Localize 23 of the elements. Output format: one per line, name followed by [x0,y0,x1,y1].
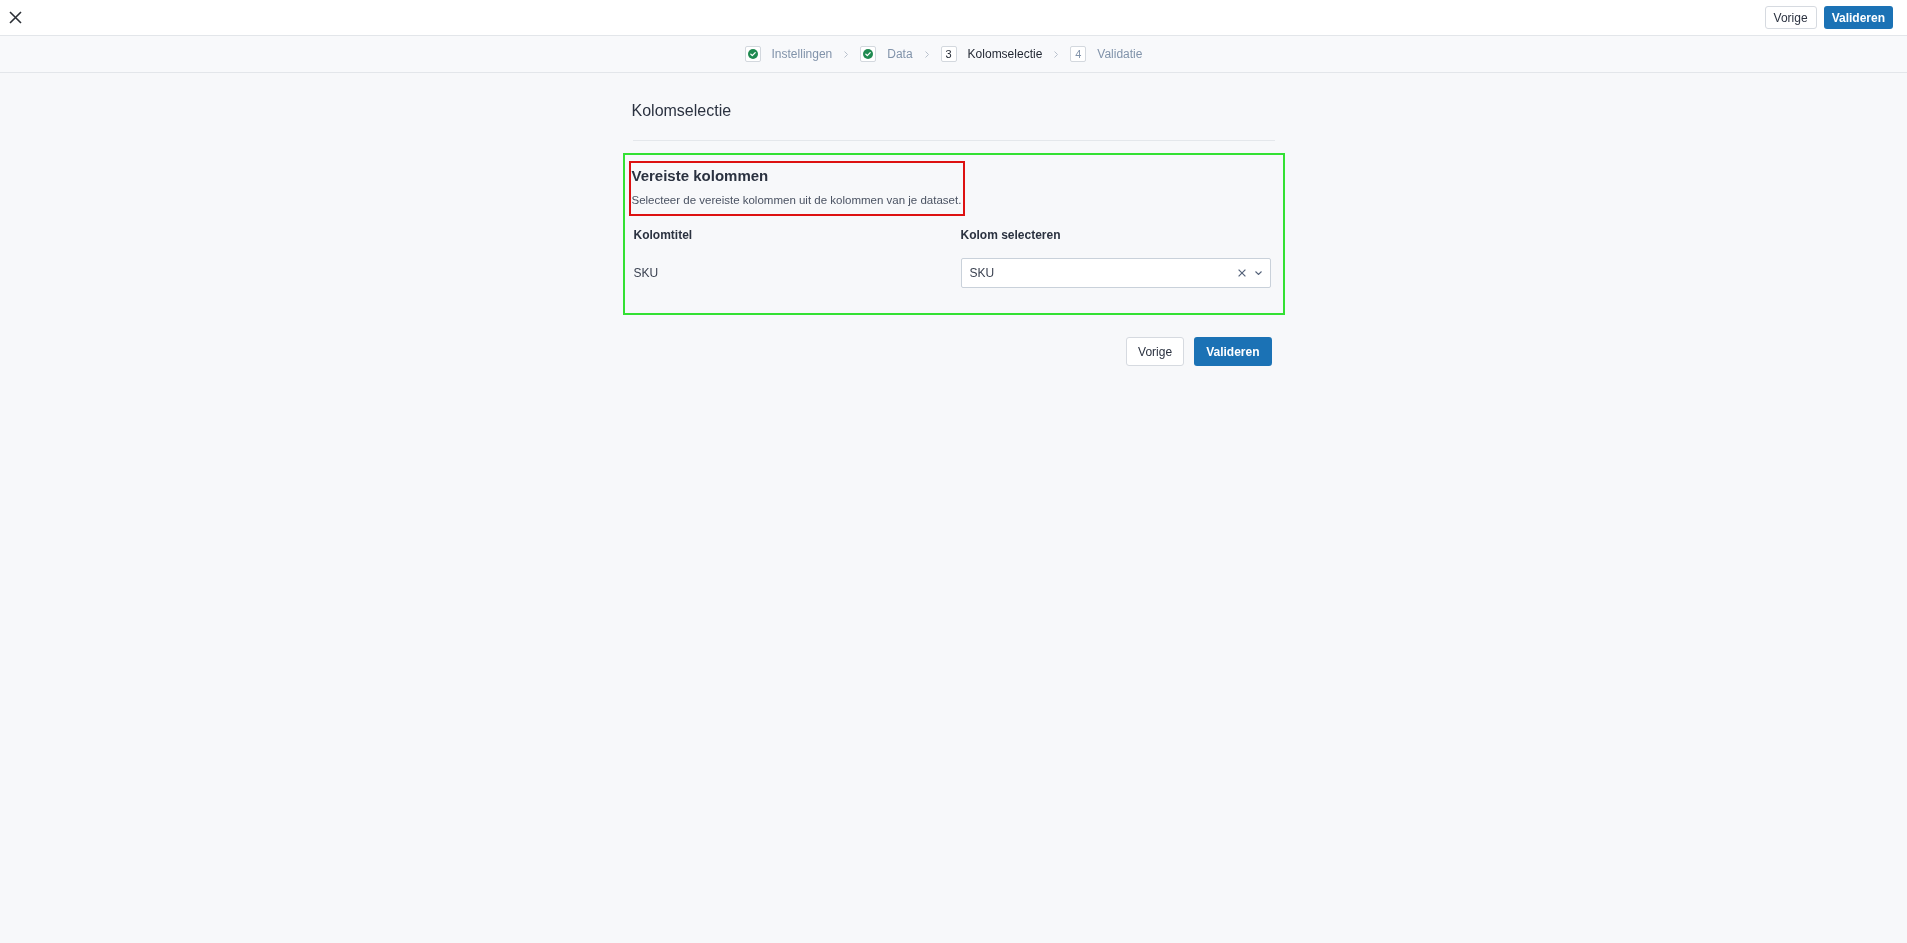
chevron-right-icon [1054,50,1059,58]
step-label[interactable]: Data [887,46,913,62]
step-number: 3 [940,46,957,62]
page-title: Kolomselectie [631,101,732,121]
chevron-right-icon [844,50,849,58]
previous-button[interactable]: Vorige [1126,337,1185,366]
column-select[interactable]: SKU [960,258,1271,288]
clear-icon[interactable] [1237,269,1246,277]
previous-button[interactable]: Vorige [1764,6,1817,29]
column-header: Kolom selecteren [960,228,1061,242]
section-description: Selecteer de vereiste kolommen uit de kolommen van je dataset. [631,193,962,208]
validate-button[interactable]: Valideren [1194,337,1272,366]
validate-button[interactable]: Valideren [1823,6,1893,29]
step-label[interactable]: Kolomselectie [967,46,1043,62]
chevron-right-icon [924,50,929,58]
column-title: SKU [633,266,659,280]
column-header: Kolomtitel [633,228,693,242]
step-label[interactable]: Validatie [1097,46,1143,62]
step-label[interactable]: Instellingen [771,46,833,62]
close-icon[interactable] [9,11,22,24]
step-number: 4 [1070,46,1087,62]
chevron-down-icon[interactable] [1254,271,1262,275]
section-title: Vereiste kolommen [631,166,770,186]
